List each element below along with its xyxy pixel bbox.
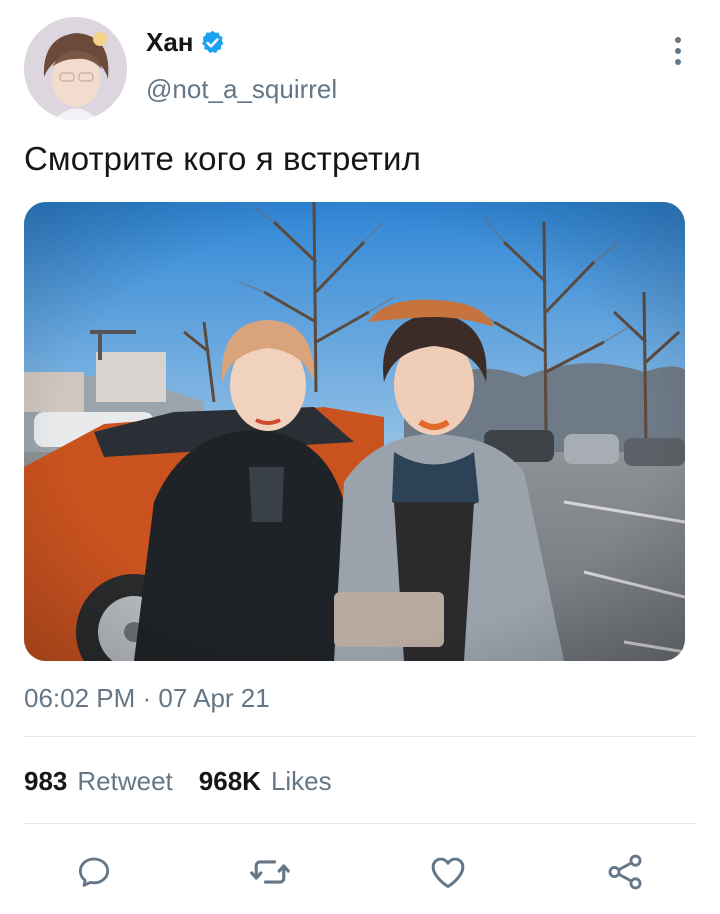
tweet-timestamp: 06:02 PM · 07 Apr 21: [24, 683, 270, 713]
tweet-photo[interactable]: [24, 202, 685, 661]
tweet-card: Хан @not_a_squirrel Смотрите кого я встр…: [0, 0, 720, 914]
divider: [24, 736, 696, 737]
verified-badge-icon: [199, 29, 226, 56]
divider: [24, 823, 696, 824]
user-avatar[interactable]: [24, 17, 127, 120]
tweet-text: Смотрите кого я встретил: [24, 140, 421, 177]
photo-image: [24, 202, 685, 661]
action-bar: [0, 846, 720, 898]
avatar-image: [24, 17, 127, 120]
retweet-count[interactable]: 983: [24, 766, 67, 797]
tweet-stats: 983 Retweet 968K Likes: [24, 766, 332, 797]
retweet-label[interactable]: Retweet: [77, 766, 172, 797]
retweet-icon: [250, 860, 290, 884]
user-handle[interactable]: @not_a_squirrel: [146, 74, 337, 105]
share-icon: [608, 854, 642, 890]
reply-icon: [78, 857, 110, 887]
display-name-row: Хан: [146, 27, 226, 58]
more-options-icon[interactable]: [662, 33, 694, 69]
like-button[interactable]: [424, 846, 472, 898]
likes-label[interactable]: Likes: [271, 766, 332, 797]
reply-button[interactable]: [70, 846, 118, 898]
likes-count[interactable]: 968K: [199, 766, 261, 797]
display-name[interactable]: Хан: [146, 27, 194, 58]
retweet-button[interactable]: [246, 846, 294, 898]
share-button[interactable]: [601, 846, 649, 898]
heart-icon: [431, 857, 465, 889]
